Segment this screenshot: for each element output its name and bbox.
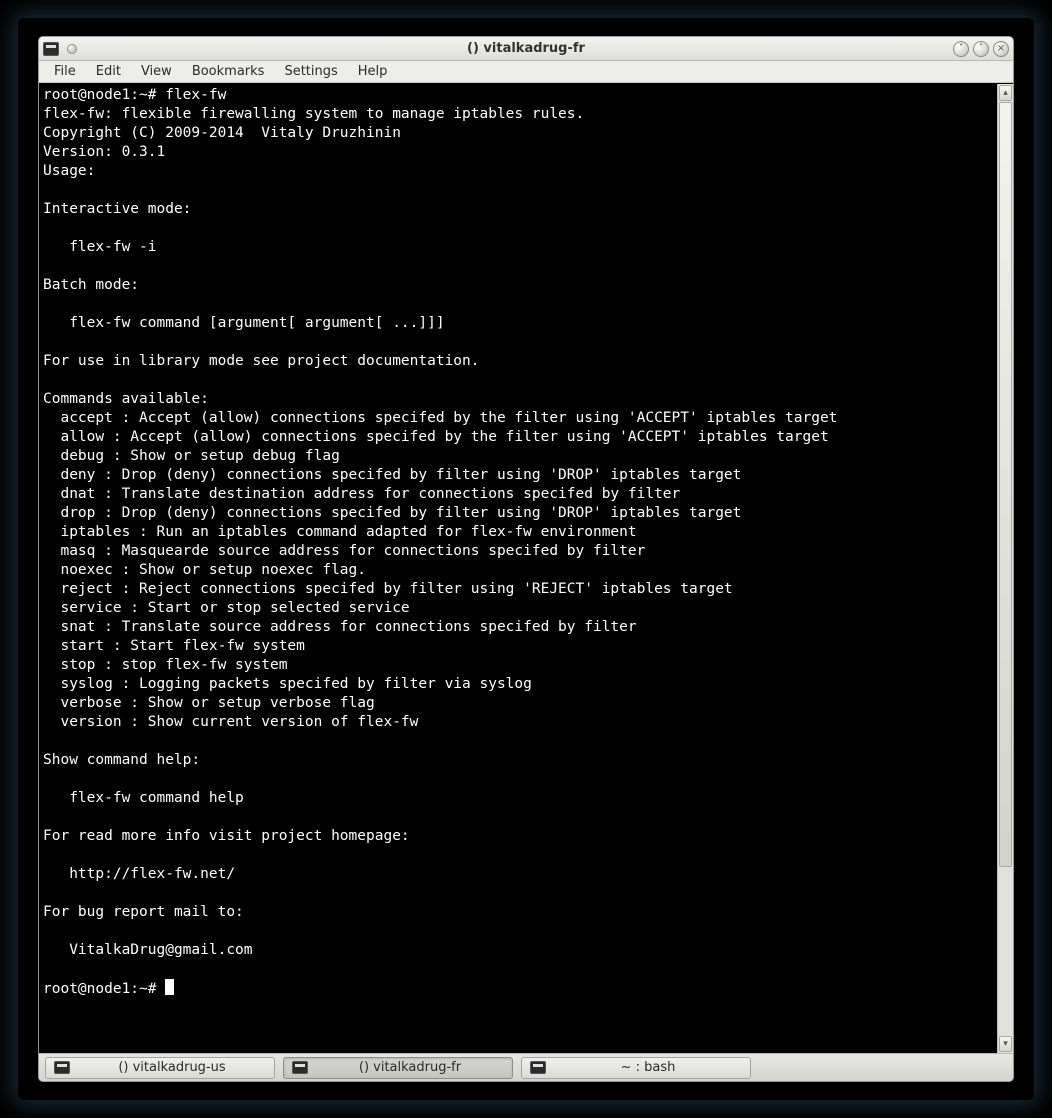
scrollbar-thumb[interactable] — [999, 102, 1012, 867]
titlebar[interactable]: () vitalkadrug-fr ˅ ˄ × — [39, 37, 1013, 61]
menu-settings[interactable]: Settings — [275, 62, 346, 81]
terminal-icon — [292, 1061, 308, 1074]
terminal-icon — [43, 42, 59, 56]
cursor — [165, 979, 174, 995]
minimize-button[interactable]: ˅ — [953, 41, 969, 57]
taskbar-item-label: () vitalkadrug-us — [78, 1060, 266, 1075]
titlebar-dot-icon — [67, 44, 77, 54]
menu-view[interactable]: View — [132, 62, 181, 81]
taskbar: () vitalkadrug-us () vitalkadrug-fr ~ : … — [39, 1053, 1013, 1081]
scrollbar-track[interactable] — [998, 102, 1013, 1035]
terminal-icon — [54, 1061, 70, 1074]
menubar: File Edit View Bookmarks Settings Help — [39, 61, 1013, 83]
taskbar-item-vitalkadrug-us[interactable]: () vitalkadrug-us — [45, 1057, 275, 1079]
window-buttons: ˅ ˄ × — [953, 41, 1009, 57]
terminal[interactable]: root@node1:~# flex-fw flex-fw: flexible … — [39, 84, 997, 1053]
terminal-window: () vitalkadrug-fr ˅ ˄ × File Edit View B… — [38, 36, 1014, 1082]
maximize-button[interactable]: ˄ — [973, 41, 989, 57]
window-title: () vitalkadrug-fr — [39, 41, 1013, 56]
scroll-up-button[interactable]: ▴ — [999, 85, 1012, 101]
scrollbar[interactable]: ▴ ▾ — [997, 84, 1013, 1053]
taskbar-item-bash[interactable]: ~ : bash — [521, 1057, 751, 1079]
taskbar-item-label: ~ : bash — [554, 1060, 742, 1075]
close-button[interactable]: × — [993, 41, 1009, 57]
prompt: root@node1:~# — [43, 981, 165, 997]
taskbar-item-label: () vitalkadrug-fr — [316, 1060, 504, 1075]
menu-help[interactable]: Help — [349, 62, 397, 81]
menu-file[interactable]: File — [45, 62, 85, 81]
scroll-down-button[interactable]: ▾ — [999, 1036, 1012, 1052]
terminal-area: root@node1:~# flex-fw flex-fw: flexible … — [39, 83, 1013, 1053]
terminal-icon — [530, 1061, 546, 1074]
taskbar-item-vitalkadrug-fr[interactable]: () vitalkadrug-fr — [283, 1057, 513, 1079]
menu-bookmarks[interactable]: Bookmarks — [183, 62, 274, 81]
menu-edit[interactable]: Edit — [87, 62, 130, 81]
